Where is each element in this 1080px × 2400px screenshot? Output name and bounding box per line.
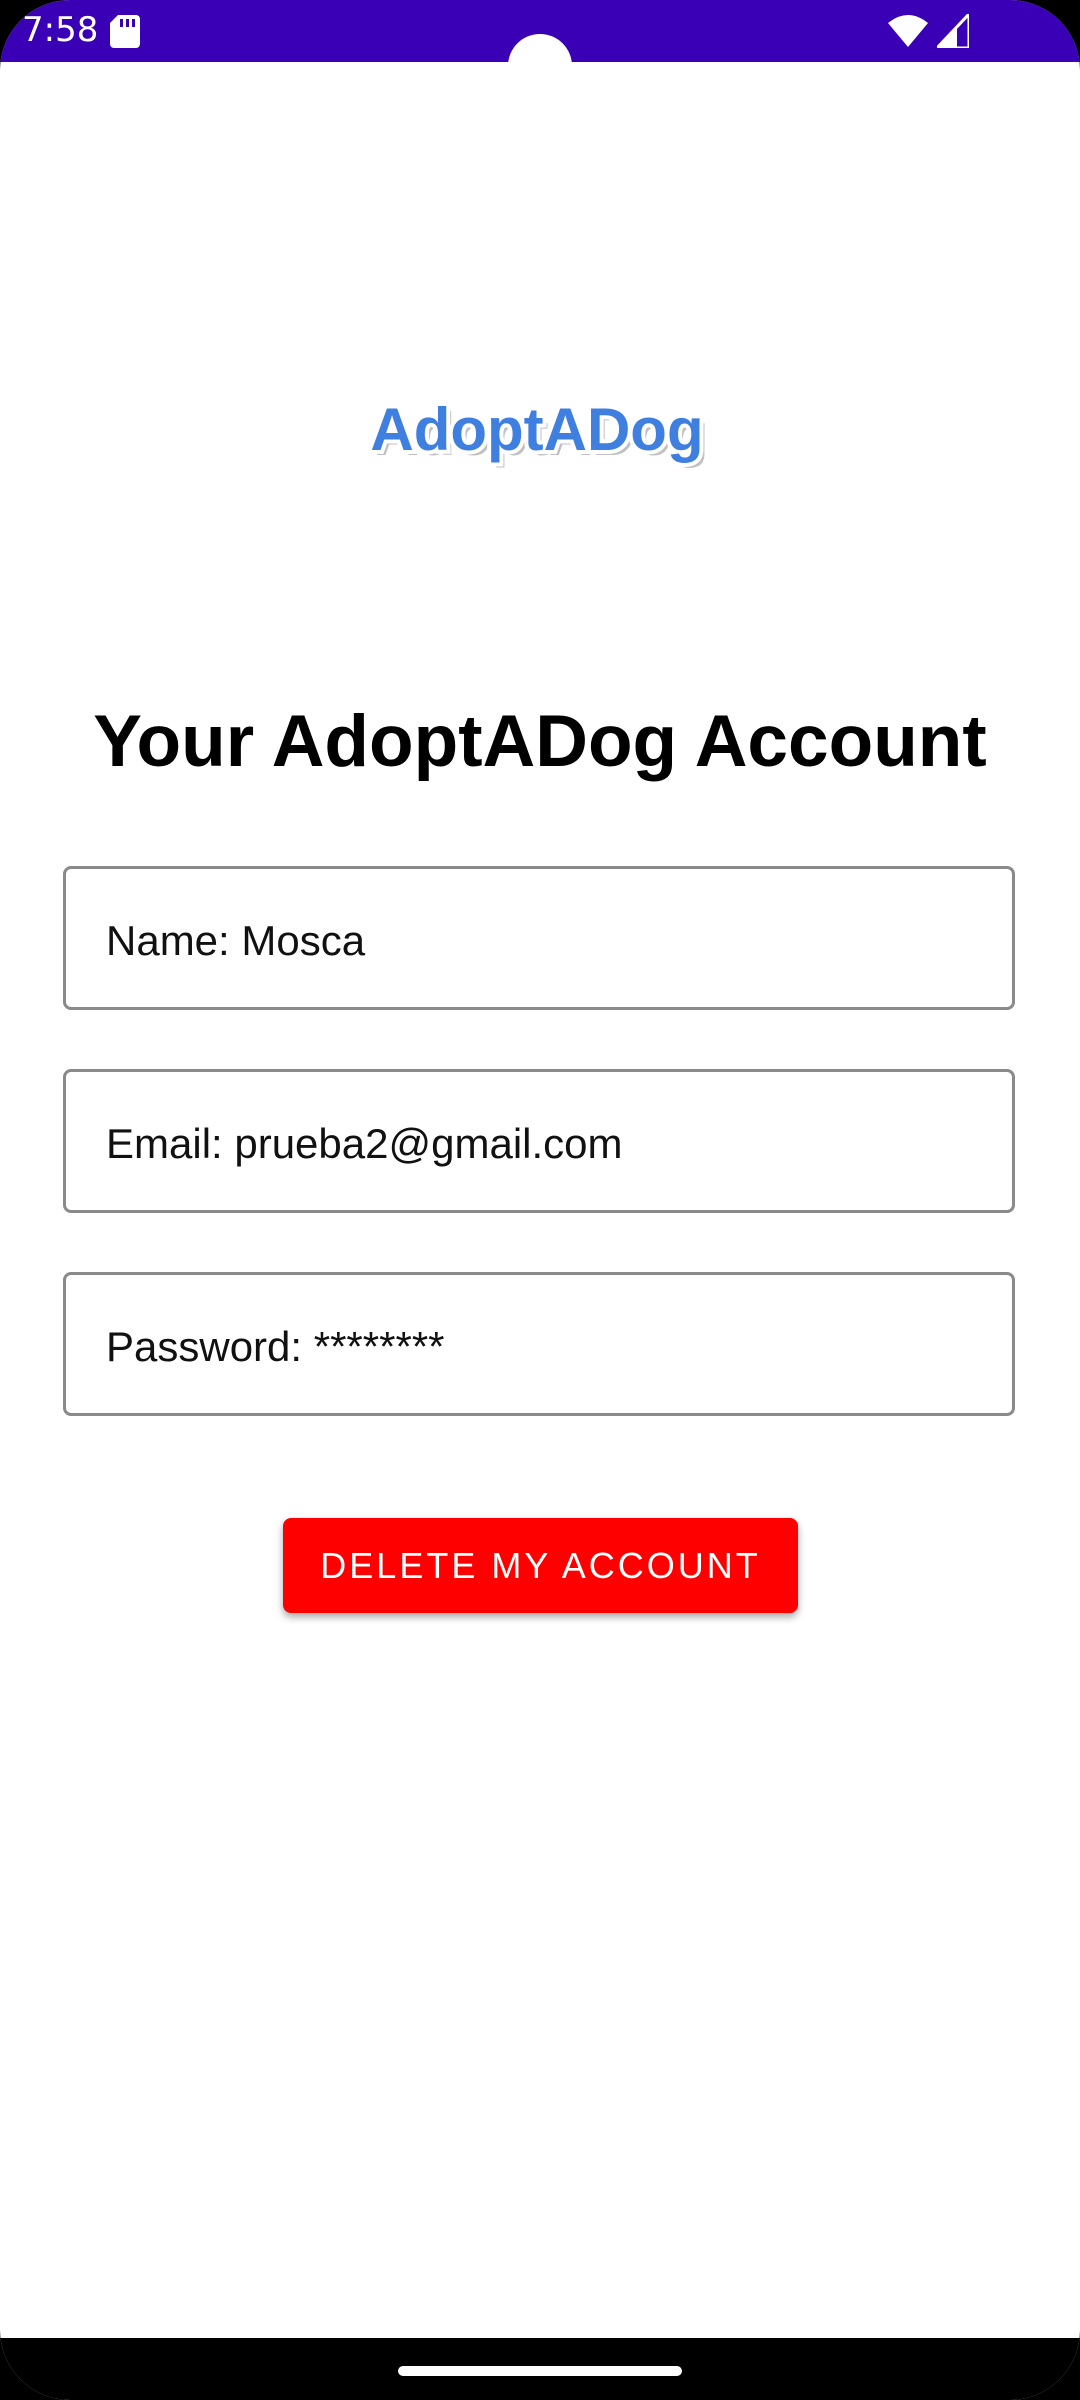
password-field-text: Password: ********: [106, 1323, 445, 1370]
app-logo: AdoptADog AdoptADog: [366, 392, 708, 468]
sd-card-icon: [110, 15, 140, 48]
name-field[interactable]: Name: Mosca: [63, 866, 1015, 1010]
camera-cutout: [508, 34, 572, 98]
wifi-icon: [888, 15, 928, 47]
cell-signal-icon: [937, 14, 969, 48]
email-field[interactable]: Email: prueba2@gmail.com: [63, 1069, 1015, 1213]
svg-text:AdoptADog: AdoptADog: [370, 396, 703, 463]
name-field-text: Name: Mosca: [106, 917, 366, 964]
status-bar: 7:58: [0, 0, 1080, 98]
account-screen: 7:58 AdoptADog AdoptADog Your AdoptADog …: [0, 0, 1080, 2400]
status-time: 7:58: [22, 10, 99, 50]
delete-account-button[interactable]: DELETE MY ACCOUNT: [283, 1518, 798, 1613]
page-title: Your AdoptADog Account: [93, 701, 987, 782]
password-field[interactable]: Password: ********: [63, 1272, 1015, 1416]
email-field-text: Email: prueba2@gmail.com: [106, 1120, 623, 1167]
home-indicator[interactable]: [398, 2366, 682, 2376]
